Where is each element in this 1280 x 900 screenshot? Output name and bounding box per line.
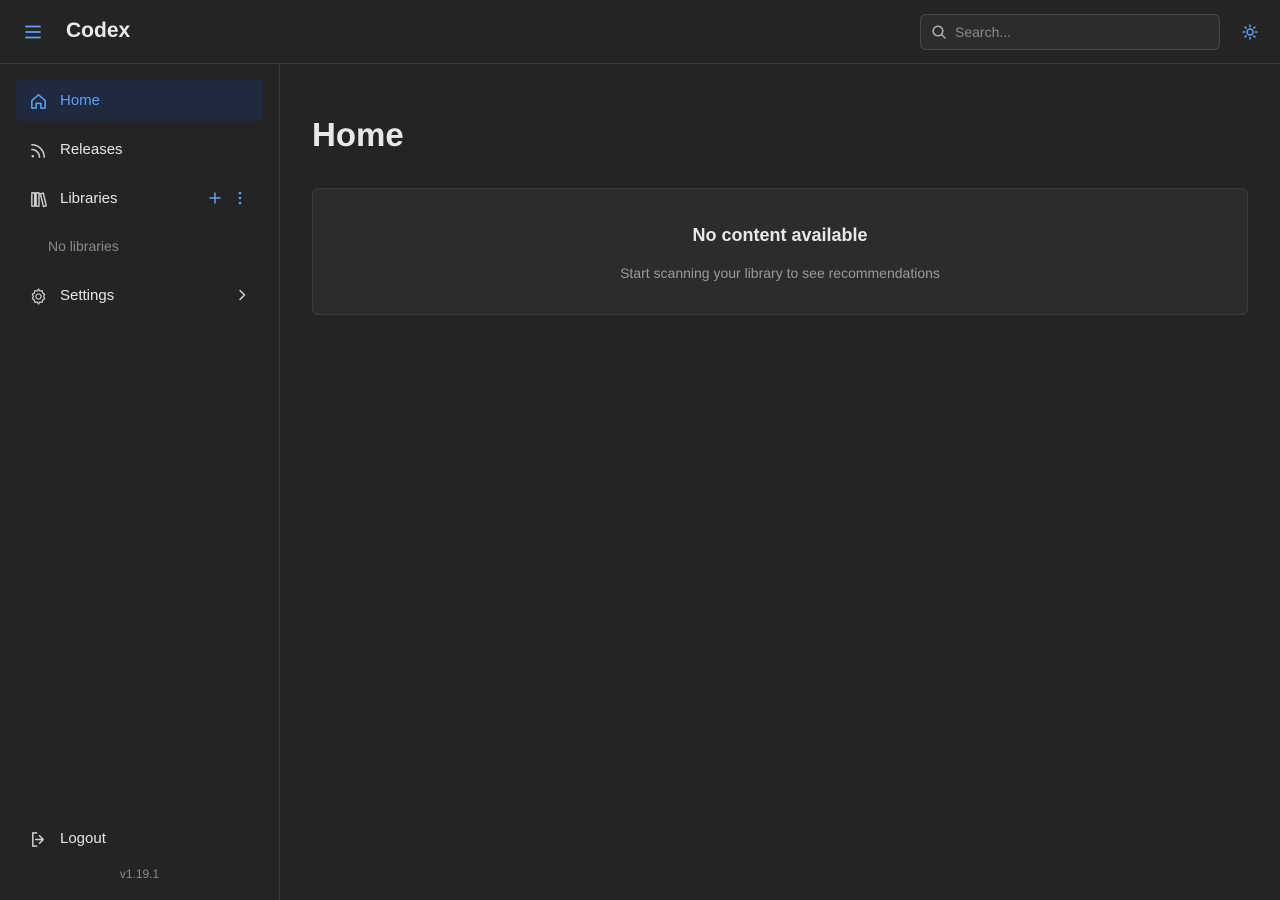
sun-icon[interactable] — [1238, 20, 1262, 44]
page-title: Home — [312, 116, 404, 153]
top-bar: Codex — [0, 0, 1280, 64]
logout-label: Logout — [60, 830, 106, 847]
home-icon — [28, 91, 48, 111]
rss-icon — [28, 140, 48, 160]
hamburger-menu-icon[interactable] — [22, 21, 44, 43]
empty-state-title: No content available — [692, 225, 868, 245]
sidebar: Home Releases Libraries No libraries Set… — [0, 64, 280, 900]
main-content: Home No content available Start scanning… — [280, 64, 1280, 900]
sidebar-item-label: Libraries — [60, 190, 118, 207]
chevron-right-icon — [234, 287, 250, 303]
empty-state-subtitle: Start scanning your library to see recom… — [620, 265, 940, 281]
sidebar-item-settings[interactable]: Settings — [16, 275, 263, 316]
sidebar-item-releases[interactable]: Releases — [16, 129, 263, 170]
search-box — [920, 14, 1220, 50]
search-input[interactable] — [955, 15, 1215, 49]
sidebar-item-label: Releases — [60, 141, 123, 158]
search-icon — [931, 24, 947, 40]
empty-state-card: No content available Start scanning your… — [312, 188, 1248, 315]
app-title: Codex — [66, 19, 131, 42]
logout-icon — [28, 829, 48, 849]
add-library-button[interactable] — [205, 188, 225, 208]
sidebar-item-home[interactable]: Home — [16, 80, 263, 121]
logout-button[interactable]: Logout — [16, 818, 263, 859]
libraries-more-icon[interactable] — [230, 188, 250, 208]
sidebar-item-libraries[interactable]: Libraries — [16, 178, 263, 219]
sidebar-item-label: Settings — [60, 287, 115, 304]
gear-icon — [28, 286, 48, 306]
sidebar-item-label: Home — [60, 92, 101, 109]
library-icon — [28, 189, 48, 209]
no-libraries-text: No libraries — [48, 238, 119, 254]
version-label: v1.19.1 — [119, 867, 160, 881]
